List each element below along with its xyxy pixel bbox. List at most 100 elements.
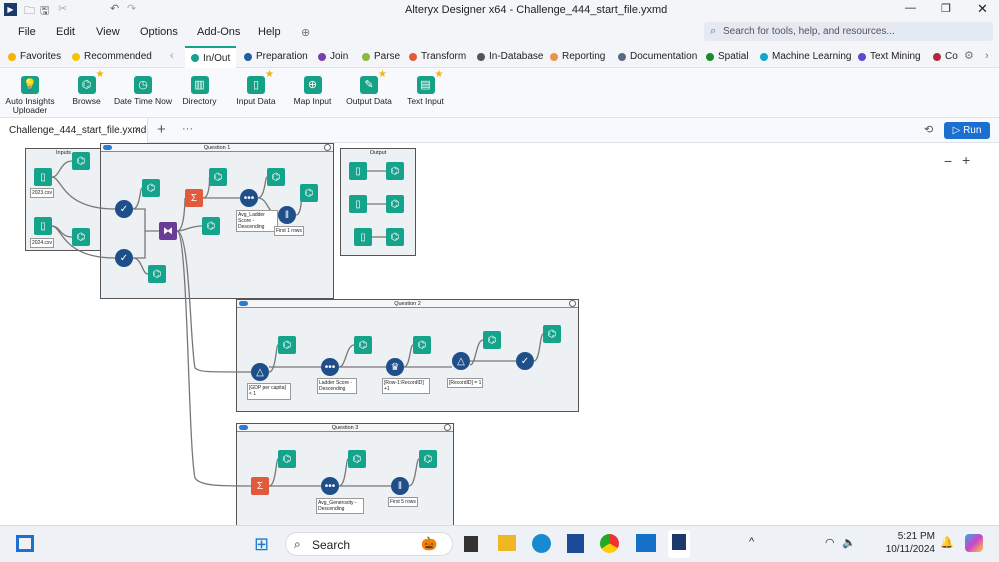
edge-icon[interactable]: [532, 534, 551, 553]
palette-tool-date-time-now[interactable]: ◷ Date Time Now: [113, 76, 173, 106]
browse-tool-icon[interactable]: ⌬: [142, 179, 160, 197]
browse-tool-icon[interactable]: ⌬: [386, 162, 404, 180]
restore-button[interactable]: ❐: [941, 2, 951, 15]
browse-tool-icon[interactable]: ⌬: [348, 450, 366, 468]
input-data-tool-icon[interactable]: ▯: [34, 217, 52, 235]
volume-icon[interactable]: 🔈: [842, 536, 856, 549]
taskbar-search[interactable]: ⌕ Search 🎃: [285, 532, 453, 556]
history-icon[interactable]: ⟲: [924, 123, 933, 136]
minimize-button[interactable]: —: [905, 2, 916, 14]
zoom-in-button[interactable]: +: [962, 152, 970, 168]
close-tab-icon[interactable]: ×: [134, 124, 140, 136]
browse-tool-icon[interactable]: ⌬: [413, 336, 431, 354]
globe-icon[interactable]: ⊕: [301, 26, 310, 39]
browse-tool-icon[interactable]: ⌬: [354, 336, 372, 354]
category-tab-spatial[interactable]: Spatial: [706, 51, 749, 62]
browse-tool-icon[interactable]: ⌬: [202, 217, 220, 235]
menu-edit[interactable]: Edit: [56, 26, 75, 38]
alteryx-taskbar-icon[interactable]: [668, 530, 690, 558]
scroll-right-icon[interactable]: ›: [985, 50, 989, 62]
input-data-tool-icon[interactable]: ▯: [34, 168, 52, 186]
category-tab-machine-learning[interactable]: Machine Learning: [760, 51, 852, 62]
task-view-icon[interactable]: [464, 536, 478, 552]
browse-tool-icon[interactable]: ⌬: [386, 195, 404, 213]
undo-icon[interactable]: ↶: [110, 2, 119, 15]
wifi-icon[interactable]: ◠: [825, 536, 835, 549]
palette-tool-browse[interactable]: ⌬ ★ Browse: [57, 70, 117, 106]
category-tab-documentation[interactable]: Documentation: [618, 51, 697, 62]
category-tab-reporting[interactable]: Reporting: [550, 51, 605, 62]
scroll-left-icon[interactable]: ‹: [170, 50, 174, 62]
category-tab-in-database[interactable]: In-Database: [477, 51, 543, 62]
category-tab-in-out[interactable]: In/Out: [185, 46, 237, 68]
browse-tool-icon[interactable]: ⌬: [267, 168, 285, 186]
category-tab-recommended[interactable]: Recommended: [72, 51, 152, 62]
menu-options[interactable]: Options: [140, 26, 178, 38]
notification-bell-icon[interactable]: 🔔: [940, 536, 954, 549]
menu-add-ons[interactable]: Add-Ons: [197, 26, 240, 38]
cut-icon[interactable]: ✂: [58, 2, 67, 15]
browse-tool-icon[interactable]: ⌬: [209, 168, 227, 186]
chevron-up-icon[interactable]: ^: [749, 536, 754, 548]
clock-date[interactable]: 10/11/2024: [885, 544, 935, 555]
outlook-icon[interactable]: [636, 534, 656, 552]
palette-tool-directory[interactable]: ▥ Directory: [170, 76, 230, 106]
chrome-icon[interactable]: [600, 534, 619, 553]
menu-help[interactable]: Help: [258, 26, 281, 38]
select-tool-icon[interactable]: ✓: [115, 249, 133, 267]
palette-tool-auto-insights-uploader[interactable]: 💡 Auto Insights Uploader: [0, 76, 60, 115]
more-tabs-button[interactable]: ···: [182, 123, 193, 135]
tab-challenge-file[interactable]: Challenge_444_start_file.yxmd ×: [0, 118, 148, 143]
input-data-tool-icon[interactable]: ▯: [349, 195, 367, 213]
browse-tool-icon[interactable]: ⌬: [72, 228, 90, 246]
search-input[interactable]: ⌕ Search for tools, help, and resources.…: [704, 22, 993, 41]
filter-tool-icon[interactable]: △: [452, 352, 470, 370]
sort-tool-icon[interactable]: •••: [321, 477, 339, 495]
zoom-out-button[interactable]: −: [944, 153, 952, 169]
category-tab-favorites[interactable]: Favorites: [8, 51, 61, 62]
workflow-canvas[interactable]: Inputs Question 1 Output Question 2 Ques…: [0, 143, 999, 525]
copilot-icon[interactable]: [965, 534, 983, 552]
input-data-tool-icon[interactable]: ▯: [354, 228, 372, 246]
gear-icon[interactable]: ⚙: [964, 49, 974, 62]
browse-tool-icon[interactable]: ⌬: [72, 152, 90, 170]
browse-tool-icon[interactable]: ⌬: [278, 336, 296, 354]
select-tool-icon[interactable]: ✓: [516, 352, 534, 370]
clock-time[interactable]: 5:21 PM: [885, 531, 935, 542]
browse-tool-icon[interactable]: ⌬: [278, 450, 296, 468]
run-button[interactable]: ▷ Run: [944, 122, 990, 139]
input-data-tool-icon[interactable]: ▯: [349, 162, 367, 180]
store-icon[interactable]: [567, 534, 584, 553]
browse-tool-icon[interactable]: ⌬: [483, 331, 501, 349]
save-icon[interactable]: 🖫: [40, 2, 49, 21]
filter-tool-icon[interactable]: △: [251, 363, 269, 381]
menu-view[interactable]: View: [96, 26, 120, 38]
palette-tool-input-data[interactable]: ▯ ★ Input Data: [226, 70, 286, 106]
category-tab-preparation[interactable]: Preparation: [244, 51, 308, 62]
browse-tool-icon[interactable]: ⌬: [543, 325, 561, 343]
palette-tool-map-input[interactable]: ⊕ Map Input: [283, 76, 343, 106]
summarize-tool-icon[interactable]: Σ: [185, 189, 203, 207]
sort-tool-icon[interactable]: •••: [240, 189, 258, 207]
category-tab-transform[interactable]: Transform: [409, 51, 466, 62]
close-button[interactable]: ✕: [977, 1, 988, 17]
browse-tool-icon[interactable]: ⌬: [300, 184, 318, 202]
category-tab-text-mining[interactable]: Text Mining: [858, 51, 921, 62]
file-explorer-icon[interactable]: [498, 535, 516, 551]
new-tab-button[interactable]: +: [157, 121, 166, 138]
join-multiple-tool-icon[interactable]: ⧓: [159, 222, 177, 240]
summarize-tool-icon[interactable]: Σ: [251, 477, 269, 495]
redo-icon[interactable]: ↷: [127, 2, 136, 15]
palette-tool-text-input[interactable]: ▤ ★ Text Input: [396, 70, 456, 106]
menu-file[interactable]: File: [18, 26, 36, 38]
category-tab-co[interactable]: Co: [933, 51, 958, 62]
multi-row-formula-tool-icon[interactable]: ♛: [386, 358, 404, 376]
select-tool-icon[interactable]: ✓: [115, 200, 133, 218]
browse-tool-icon[interactable]: ⌬: [386, 228, 404, 246]
widgets-icon[interactable]: [16, 535, 34, 552]
category-tab-parse[interactable]: Parse: [362, 51, 400, 62]
browse-tool-icon[interactable]: ⌬: [419, 450, 437, 468]
sample-tool-icon[interactable]: ‖: [278, 206, 296, 224]
sort-tool-icon[interactable]: •••: [321, 358, 339, 376]
open-icon[interactable]: 🗀: [24, 2, 35, 21]
